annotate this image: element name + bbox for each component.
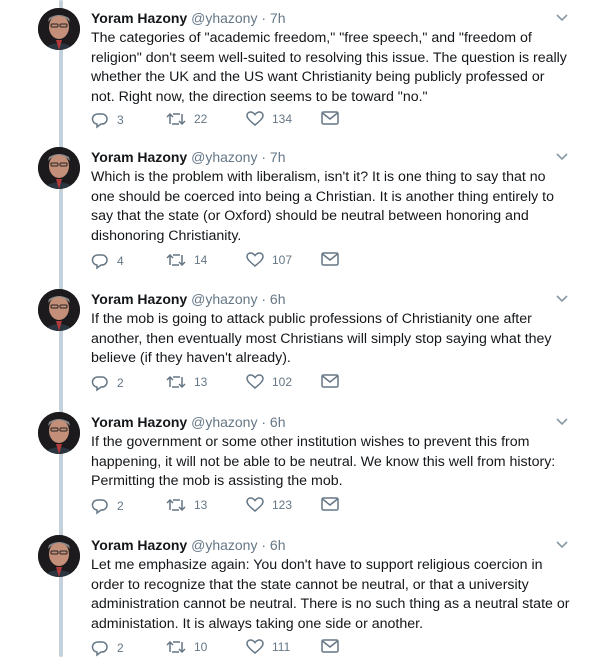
tweet-text: The categories of "academic freedom," "f… <box>91 30 567 105</box>
author-name[interactable]: Yoram Hazony <box>91 10 187 26</box>
tweet-header: Yoram Hazony @yhazony · 6h <box>91 291 286 307</box>
separator-dot: · <box>261 537 267 553</box>
like-count: 107 <box>272 253 293 267</box>
tweet-header: Yoram Hazony @yhazony · 7h <box>91 10 286 26</box>
tweet-header: Yoram Hazony @yhazony · 6h <box>91 537 286 553</box>
retweet-icon <box>166 375 186 389</box>
author-name[interactable]: Yoram Hazony <box>91 291 187 307</box>
reply-count: 2 <box>117 499 124 513</box>
chevron-down-icon[interactable] <box>556 153 568 161</box>
like-button[interactable]: 134 <box>246 111 292 127</box>
timestamp[interactable]: 6h <box>270 414 286 430</box>
message-icon <box>321 252 339 266</box>
direct-message-button[interactable] <box>321 111 339 125</box>
retweet-icon <box>166 112 186 126</box>
reply-count: 4 <box>117 254 124 268</box>
like-button[interactable]: 111 <box>246 639 290 655</box>
timestamp[interactable]: 7h <box>270 10 286 26</box>
author-handle[interactable]: @yhazony <box>191 537 257 553</box>
reply-button[interactable]: 2 <box>91 497 124 515</box>
reply-count: 2 <box>117 376 124 390</box>
message-icon <box>321 639 339 653</box>
tweet-text: Which is the problem with liberalism, is… <box>91 169 554 244</box>
retweet-icon <box>166 640 186 654</box>
direct-message-button[interactable] <box>321 252 339 266</box>
reply-button[interactable]: 4 <box>91 252 124 270</box>
tweet-header: Yoram Hazony @yhazony · 7h <box>91 149 286 165</box>
author-name[interactable]: Yoram Hazony <box>91 414 187 430</box>
like-count: 123 <box>272 498 293 512</box>
chevron-down-icon[interactable] <box>556 418 568 426</box>
reply-icon <box>91 376 108 392</box>
retweet-count: 13 <box>194 498 208 512</box>
avatar[interactable] <box>38 8 80 50</box>
retweet-button[interactable]: 13 <box>166 374 207 390</box>
retweet-count: 22 <box>194 112 208 126</box>
timestamp[interactable]: 6h <box>270 291 286 307</box>
like-button[interactable]: 102 <box>246 374 292 390</box>
direct-message-button[interactable] <box>321 639 339 653</box>
retweet-button[interactable]: 14 <box>166 252 207 268</box>
reply-icon <box>91 641 108 657</box>
reply-count: 3 <box>117 113 124 127</box>
like-count: 102 <box>272 375 293 389</box>
avatar[interactable] <box>38 412 80 454</box>
separator-dot: · <box>261 291 267 307</box>
tweet-thread: Yoram Hazony @yhazony · 7h The categorie… <box>0 0 600 657</box>
separator-dot: · <box>261 10 267 26</box>
retweet-count: 14 <box>194 253 208 267</box>
like-count: 111 <box>272 640 291 654</box>
like-count: 134 <box>272 112 293 126</box>
reply-icon <box>91 113 108 129</box>
like-icon <box>246 252 264 267</box>
tweet-text: If the mob is going to attack public pro… <box>91 311 552 366</box>
reply-count: 2 <box>117 641 124 655</box>
avatar[interactable] <box>38 147 80 189</box>
retweet-icon <box>166 498 186 512</box>
like-icon <box>246 639 264 654</box>
author-handle[interactable]: @yhazony <box>191 149 257 165</box>
author-handle[interactable]: @yhazony <box>191 414 257 430</box>
message-icon <box>321 111 339 125</box>
timestamp[interactable]: 7h <box>270 149 286 165</box>
chevron-down-icon[interactable] <box>556 541 568 549</box>
tweet-header: Yoram Hazony @yhazony · 6h <box>91 414 286 430</box>
message-icon <box>321 497 339 511</box>
retweet-button[interactable]: 22 <box>166 111 207 127</box>
like-icon <box>246 111 264 126</box>
reply-button[interactable]: 2 <box>91 374 124 392</box>
retweet-count: 13 <box>194 375 208 389</box>
timestamp[interactable]: 6h <box>270 537 286 553</box>
reply-button[interactable]: 3 <box>91 111 124 129</box>
like-button[interactable]: 123 <box>246 497 292 513</box>
separator-dot: · <box>261 149 267 165</box>
avatar[interactable] <box>38 289 80 331</box>
chevron-down-icon[interactable] <box>556 295 568 303</box>
like-icon <box>246 374 264 389</box>
retweet-button[interactable]: 10 <box>166 639 207 655</box>
reply-button[interactable]: 2 <box>91 639 124 657</box>
avatar[interactable] <box>38 535 80 577</box>
direct-message-button[interactable] <box>321 497 339 511</box>
chevron-down-icon[interactable] <box>556 14 568 22</box>
author-name[interactable]: Yoram Hazony <box>91 149 187 165</box>
reply-icon <box>91 254 108 270</box>
retweet-count: 10 <box>194 640 208 654</box>
author-name[interactable]: Yoram Hazony <box>91 537 187 553</box>
direct-message-button[interactable] <box>321 374 339 388</box>
retweet-icon <box>166 253 186 267</box>
message-icon <box>321 374 339 388</box>
like-button[interactable]: 107 <box>246 252 292 268</box>
like-icon <box>246 497 264 512</box>
author-handle[interactable]: @yhazony <box>191 10 257 26</box>
author-handle[interactable]: @yhazony <box>191 291 257 307</box>
retweet-button[interactable]: 13 <box>166 497 207 513</box>
tweet-text: Let me emphasize again: You don't have t… <box>91 557 570 632</box>
separator-dot: · <box>261 414 267 430</box>
tweet-text: If the government or some other institut… <box>91 434 556 489</box>
reply-icon <box>91 499 108 515</box>
